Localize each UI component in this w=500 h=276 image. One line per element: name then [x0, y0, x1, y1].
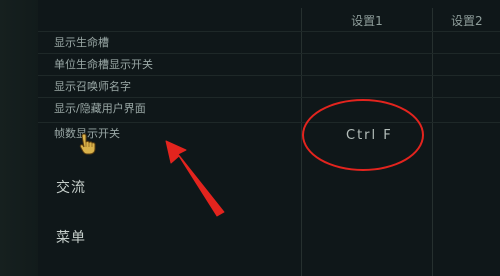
red-arrow-icon	[165, 140, 225, 217]
